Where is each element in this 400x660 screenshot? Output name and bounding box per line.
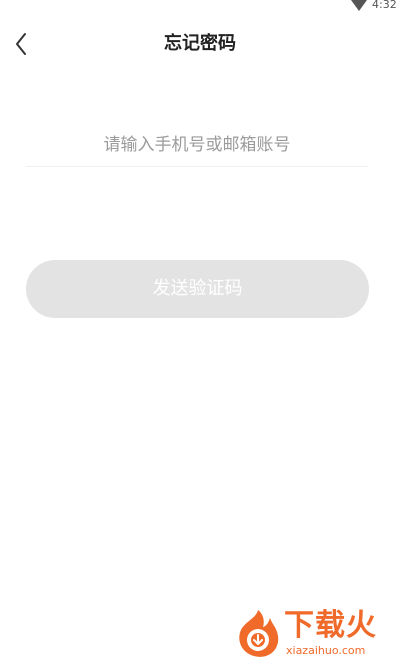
header: 忘记密码 xyxy=(0,24,400,64)
status-bar: 4:32 xyxy=(0,0,400,14)
watermark-brand: 下载火 xyxy=(284,608,377,643)
flame-logo-icon xyxy=(239,610,279,657)
send-code-button[interactable]: 发送验证码 xyxy=(26,260,369,318)
account-field xyxy=(26,124,368,167)
forgot-password-screen: 4:32 忘记密码 发送验证码 下载火 xiazaihuo.com xyxy=(0,0,400,660)
wifi-icon xyxy=(351,0,367,11)
watermark: 下载火 xiazaihuo.com xyxy=(234,606,400,660)
watermark-url: xiazaihuo.com xyxy=(286,644,366,657)
page-title: 忘记密码 xyxy=(164,33,236,54)
account-input[interactable] xyxy=(26,124,368,166)
status-time: 4:32 xyxy=(372,0,397,11)
